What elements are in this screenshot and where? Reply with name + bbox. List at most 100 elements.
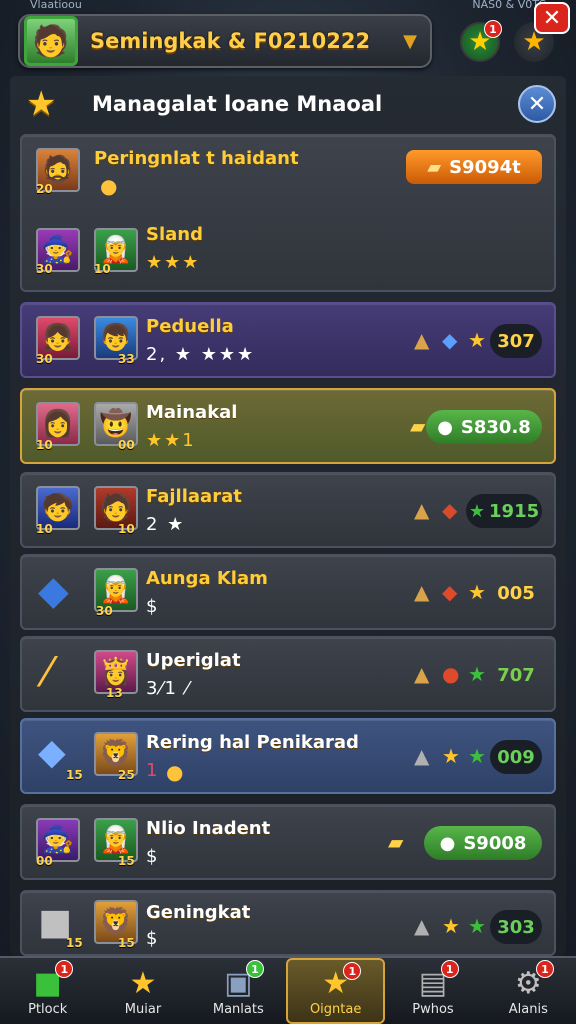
row-title: Mainakal xyxy=(146,402,238,423)
list-item[interactable]: ■ 15 🦁 15 Geningkat $ ▲ ★ ★ 303 xyxy=(20,890,556,956)
row-subtitle: ★★1 xyxy=(146,430,196,451)
star-icon: ★ xyxy=(129,965,157,1001)
row-title: Geningkat xyxy=(146,902,251,923)
close-window-button[interactable]: ✕ xyxy=(534,2,570,34)
gold-bar-icon: ▰ xyxy=(427,156,442,178)
value-text: 1915 xyxy=(489,500,540,522)
star-icon: ★ xyxy=(468,914,486,938)
gem-icon: ● xyxy=(437,416,453,438)
value-pill: 707 xyxy=(497,664,535,686)
hero-level: 10 xyxy=(94,262,111,276)
hero-level: 30 xyxy=(36,262,53,276)
gem-icon: ● xyxy=(439,832,456,854)
hero-level: 00 xyxy=(36,854,53,868)
nav-label: Oigntae xyxy=(309,1001,362,1017)
row-title: Nlio Inadent xyxy=(146,818,271,839)
row-title: Rering hal Penikarad xyxy=(146,732,359,753)
star-rating: ★★★ xyxy=(146,252,201,273)
nav-item-oigntae[interactable]: ★ 1 Oigntae xyxy=(285,958,386,1024)
star-icon: ★ xyxy=(468,580,486,604)
star-icon: ★ xyxy=(468,328,486,352)
top-strip-left: Vlaatioou xyxy=(30,0,82,11)
price-value: S9008 xyxy=(463,832,527,854)
hero-level: 10 xyxy=(36,522,53,536)
nav-label: Ptlock xyxy=(28,1001,68,1017)
gold-feather-icon: ⁄ xyxy=(44,650,51,696)
nav-item-manlats[interactable]: ▣ 1 Manlats xyxy=(191,958,286,1024)
hero-level: 15 xyxy=(118,936,135,950)
list-item[interactable]: 🧒 10 🧑 10 Fajllaarat 2 ★ ▲ ◆ ★ 1915 xyxy=(20,472,556,548)
hero-level: 30 xyxy=(96,604,113,618)
nav-badge: 1 xyxy=(343,962,362,980)
hero-level: 00 xyxy=(118,438,135,452)
shield-icon: ◆ xyxy=(442,328,458,352)
star-icon: ★ xyxy=(442,744,460,768)
list-item[interactable]: 🧙 00 🧝 15 Nlio Inadent $ ▰ ● S9008 xyxy=(20,804,556,880)
nav-label: Manlats xyxy=(212,1001,264,1017)
gold-bar-icon: ▰ xyxy=(410,414,426,438)
price-button[interactable]: ● S830.8 xyxy=(426,410,542,444)
orb-icon: ● xyxy=(442,662,460,686)
star-icon: ★ xyxy=(468,744,486,768)
row-subtitle: 2, ★ ★★★ xyxy=(146,344,256,365)
list-item[interactable]: ◆ 🧝 30 Aunga Klam $ ▲ ◆ ★ 005 xyxy=(20,554,556,630)
star-icon: ★ xyxy=(468,662,486,686)
crown-icon: ▲ xyxy=(414,914,430,938)
hero-level: 10 xyxy=(36,438,53,452)
price-value: S830.8 xyxy=(460,416,531,438)
hero-level: 10 xyxy=(118,522,135,536)
crown-icon: ▲ xyxy=(414,498,430,522)
nav-item-pwhos[interactable]: ▤ 1 Pwhos xyxy=(385,958,480,1024)
list-item[interactable]: 👧 30 👦 33 Peduella 2, ★ ★★★ ▲ ◆ ★ 307 xyxy=(20,302,556,378)
shield-icon: ◆ xyxy=(442,580,458,604)
nav-item-muiar[interactable]: ★ Muiar xyxy=(95,958,190,1024)
crown-icon: ▲ xyxy=(414,328,430,352)
price-button[interactable]: ▰ S9094t xyxy=(406,150,542,184)
row-title: Fajllaarat xyxy=(146,486,242,507)
coin-icon: ● xyxy=(100,174,118,198)
value-pill: 303 xyxy=(490,910,542,944)
ice-crystal-icon: ◆ xyxy=(38,732,66,773)
hero-level: 30 xyxy=(36,352,53,366)
nav-item-ptlock[interactable]: ■ 1 Ptlock xyxy=(0,958,95,1024)
row-subtitle: Sland xyxy=(146,224,203,245)
row-subtitle: $ xyxy=(146,846,160,867)
panel-title: Managalat loane Mnaoal xyxy=(92,92,383,116)
list-item[interactable]: 👩 10 🤠 00 Mainakal ★★1 ▰ ● S830.8 xyxy=(20,388,556,464)
price-button[interactable]: ● S9008 xyxy=(424,826,542,860)
crown-icon: ▲ xyxy=(414,580,430,604)
player-avatar[interactable]: 🧑 xyxy=(24,16,78,66)
row-title: Uperiglat xyxy=(146,650,241,671)
star-icon: ★ xyxy=(468,500,486,522)
list-item[interactable]: 🧔 20 Peringnlat t haidant ● ▰ S9094t 🧙 3… xyxy=(20,134,556,292)
nav-badge: 1 xyxy=(55,960,74,978)
nav-label: Muiar xyxy=(124,1001,162,1017)
list-item[interactable]: ◆ 15 🦁 25 Rering hal Penikarad 1 ● ▲ ★ ★… xyxy=(20,718,556,794)
list-item[interactable]: ⁄ 👸 13 Uperiglat 3⁄1 ⁄ ▲ ● ★ 707 xyxy=(20,636,556,712)
value-pill: 009 xyxy=(490,740,542,774)
nav-badge: 1 xyxy=(245,960,264,978)
nav-label: Alanis xyxy=(508,1001,548,1017)
sapphire-icon: ◆ xyxy=(38,568,69,614)
row-subtitle: $ xyxy=(146,928,160,949)
row-subtitle: 1 xyxy=(146,760,160,781)
hero-level: 15 xyxy=(66,768,83,782)
row-subtitle: 2 ★ xyxy=(146,514,186,535)
nav-item-alanis[interactable]: ⚙ 1 Alanis xyxy=(481,958,576,1024)
hero-level: 25 xyxy=(118,768,135,782)
close-panel-button[interactable]: ✕ xyxy=(518,85,556,123)
row-title: Peringnlat t haidant xyxy=(94,148,299,169)
chevron-down-icon[interactable]: ▼ xyxy=(390,31,430,52)
star-icon: ★ xyxy=(26,84,57,124)
coin-icon: ● xyxy=(166,760,184,784)
star-achievement-icon[interactable]: ★ 1 xyxy=(460,20,502,62)
hero-level: 13 xyxy=(106,686,123,700)
profile-header-bar[interactable]: 🧑 Semingkak & F0210222 ▼ xyxy=(18,14,432,68)
panel-header: ★ Managalat loane Mnaoal ✕ xyxy=(26,82,556,126)
notification-badge: 1 xyxy=(484,20,502,38)
price-value: S9094t xyxy=(449,156,521,178)
hero-level: 15 xyxy=(66,936,83,950)
hero-level: 33 xyxy=(118,352,135,366)
hero-level: 20 xyxy=(36,182,53,196)
bottom-nav: ■ 1 Ptlock ★ Muiar ▣ 1 Manlats ★ 1 Oignt… xyxy=(0,956,576,1024)
